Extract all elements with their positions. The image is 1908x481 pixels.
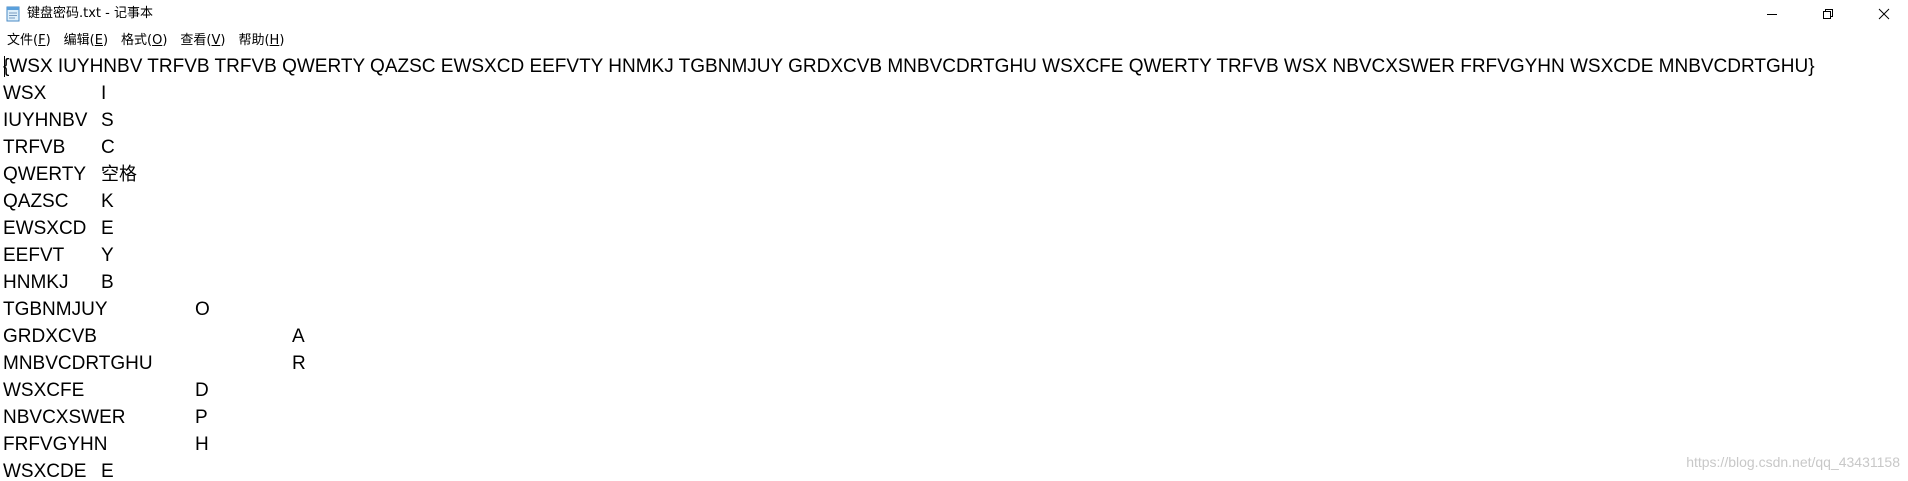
restore-button[interactable] xyxy=(1800,0,1856,28)
cipher-code: WSXCFE xyxy=(3,380,85,401)
menu-edit-label: 编辑( xyxy=(63,33,95,48)
decoded-letter: E xyxy=(101,218,114,239)
decoded-letter: H xyxy=(195,434,209,455)
close-button[interactable] xyxy=(1856,0,1908,28)
cipher-code: HNMKJ xyxy=(3,272,69,293)
menu-bar: 文件(F) 编辑(E) 格式(O) 查看(V) 帮助(H) xyxy=(0,30,1908,52)
decoded-letter: C xyxy=(101,137,115,158)
minimize-button[interactable] xyxy=(1744,0,1800,28)
menu-file[interactable]: 文件(F) xyxy=(0,31,57,51)
cipher-code: GRDXCVB xyxy=(3,326,97,347)
cipher-code: WSXCDE xyxy=(3,461,87,481)
restore-icon xyxy=(1823,9,1833,19)
menu-edit-suffix: ) xyxy=(102,33,109,48)
menu-help-accesskey: H xyxy=(269,33,280,48)
cipher-code: EEFVT xyxy=(3,245,65,266)
menu-help[interactable]: 帮助(H) xyxy=(231,31,290,51)
decoded-letter: P xyxy=(195,407,208,428)
menu-format[interactable]: 格式(O) xyxy=(114,31,173,51)
cipher-code: IUYHNBV xyxy=(3,110,88,131)
menu-file-accesskey: F xyxy=(38,33,46,48)
decoded-letter: Y xyxy=(101,245,114,266)
menu-view-suffix: ) xyxy=(220,33,226,48)
decoded-letter: D xyxy=(195,380,209,401)
cipher-code: EWSXCD xyxy=(3,218,87,239)
close-icon xyxy=(1878,8,1890,20)
menu-edit-accesskey: E xyxy=(94,33,103,48)
window-title: 键盘密码.txt - 记事本 xyxy=(27,6,153,21)
decoded-letter: O xyxy=(195,299,210,320)
menu-help-label: 帮助( xyxy=(238,33,270,48)
decoded-letter: R xyxy=(292,353,306,374)
decoded-letter: 空格 xyxy=(101,164,137,185)
decoded-letter: A xyxy=(292,326,305,347)
decoded-letter: I xyxy=(101,83,107,104)
menu-format-suffix: ) xyxy=(162,33,168,48)
decoded-letter: S xyxy=(101,110,114,131)
decoded-letter: B xyxy=(101,272,114,293)
cipher-code: QWERTY xyxy=(3,164,87,185)
watermark-text: https://blog.csdn.net/qq_43431158 xyxy=(1686,454,1900,470)
menu-help-suffix: ) xyxy=(279,33,285,48)
cipher-code: WSX xyxy=(3,83,47,104)
text-editor-area[interactable]: {WSX IUYHNBV TRFVB TRFVB QWERTY QAZSC EW… xyxy=(0,53,1908,481)
menu-edit[interactable]: 编辑(E) xyxy=(57,31,114,51)
cipher-code: QAZSC xyxy=(3,191,69,212)
menu-view[interactable]: 查看(V) xyxy=(173,31,231,51)
menu-view-label: 查看( xyxy=(180,33,212,48)
notepad-window: 键盘密码.txt - 记事本 文件(F) 编辑(E) 格式(O) 查看(V) 帮… xyxy=(0,0,1908,481)
cipher-code: TRFVB xyxy=(3,137,66,158)
menu-file-suffix: ) xyxy=(45,33,51,48)
ciphertext-line: {WSX IUYHNBV TRFVB TRFVB QWERTY QAZSC EW… xyxy=(3,56,1815,77)
cipher-code: FRFVGYHN xyxy=(3,434,108,455)
cipher-code: NBVCXSWER xyxy=(3,407,126,428)
title-bar[interactable]: 键盘密码.txt - 记事本 xyxy=(0,0,1908,28)
notepad-app-icon xyxy=(5,6,21,22)
cipher-code: MNBVCDRTGHU xyxy=(3,353,153,374)
menu-format-label: 格式( xyxy=(121,33,153,48)
minimize-icon xyxy=(1767,14,1777,15)
menu-file-label: 文件( xyxy=(7,33,39,48)
decoded-letter: E xyxy=(101,461,114,481)
cipher-code: TGBNMJUY xyxy=(3,299,108,320)
menu-format-accesskey: O xyxy=(152,33,163,48)
decoded-letter: K xyxy=(101,191,114,212)
